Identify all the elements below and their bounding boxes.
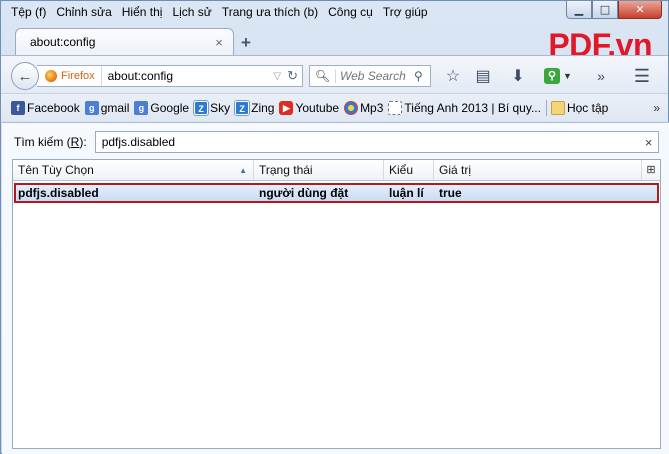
download-icon[interactable]: ⬇ [506, 64, 530, 88]
search-bar[interactable]: 🔍︎ ⚲ [309, 65, 431, 87]
bookmark-zing[interactable]: Z Zing [234, 99, 275, 116]
column-header-name[interactable]: Tên Tùy Chọn ▲ [13, 160, 254, 180]
menu-edit[interactable]: Chỉnh sửa [51, 5, 116, 19]
back-arrow-icon: ← [17, 67, 33, 85]
column-header-type[interactable]: Kiểu [384, 160, 434, 180]
pref-name: pdfjs.disabled [18, 186, 99, 200]
minimize-button[interactable]: ▁ [566, 1, 592, 19]
pref-status: người dùng đặt [259, 186, 349, 200]
new-tab-button[interactable]: + [241, 33, 251, 53]
facebook-icon: f [11, 100, 25, 115]
bookmarks-overflow-icon[interactable]: » [653, 101, 660, 115]
menu-bar: Tệp (f) Chỉnh sửa Hiển thị Lịch sử Trang… [5, 3, 433, 21]
browser-window: Tệp (f) Chỉnh sửa Hiển thị Lịch sử Trang… [0, 0, 669, 454]
tab-title: about:config [30, 35, 96, 49]
sort-ascending-icon: ▲ [239, 166, 247, 175]
zing-icon: Z [234, 99, 251, 116]
back-button[interactable]: ← [11, 62, 39, 90]
preferences-table: Tên Tùy Chọn ▲ Trạng thái Kiểu Giá trị ⊞ … [12, 159, 661, 449]
bookmark-folder-hoc-tap[interactable]: Học tập [550, 100, 609, 115]
tab-about-config[interactable]: about:config × [15, 28, 234, 55]
menu-view[interactable]: Hiển thị [117, 5, 168, 19]
table-row[interactable]: pdfjs.disabled người dùng đặt luận lí tr… [14, 183, 659, 203]
url-bar[interactable]: Firefox ▽ ↻ [37, 65, 303, 87]
filter-label: Tìm kiếm (R): [14, 135, 87, 149]
menu-history[interactable]: Lịch sử [167, 5, 216, 19]
table-header: Tên Tùy Chọn ▲ Trạng thái Kiểu Giá trị ⊞ [13, 160, 660, 181]
bookmark-tieng-anh[interactable]: Tiếng Anh 2013 | Bí quy... [388, 100, 541, 115]
filter-field[interactable]: × [94, 131, 659, 153]
mp3-icon [344, 100, 359, 115]
menu-help[interactable]: Trợ giúp [378, 5, 433, 19]
firefox-icon [45, 70, 57, 82]
menu-icon[interactable]: ☰ [630, 64, 654, 88]
bookmarks-bar: f Facebook g gmail g Google Z Sky Z Zing… [1, 93, 668, 121]
google-icon: g [84, 100, 99, 115]
column-picker-icon[interactable]: ⊞ [642, 160, 660, 180]
close-window-button[interactable]: ✕ [618, 1, 662, 19]
bookmark-label: Mp3 [360, 100, 384, 115]
search-go-icon[interactable]: ⚲ [414, 69, 430, 83]
bookmark-label: Facebook [27, 100, 80, 115]
folder-icon [550, 100, 565, 115]
search-input[interactable] [336, 69, 414, 83]
bookmark-label: Youtube [295, 100, 340, 115]
navigation-toolbar: Firefox ▽ ↻ ← 🔍︎ ⚲ ☆ ▤ ⬇ ⚲▼ » ☰ [1, 55, 668, 93]
search-engine-icon[interactable]: 🔍︎ [310, 69, 336, 83]
star-icon[interactable]: ☆ [441, 64, 465, 88]
about-config-page: Tìm kiếm (R): × Tên Tùy Chọn▲ Trạng thái… [2, 122, 669, 454]
overflow-icon[interactable]: » [589, 64, 613, 88]
bookmark-label: Google [150, 100, 190, 115]
zing-icon: Z [193, 99, 210, 116]
column-header-value[interactable]: Giá trị [434, 160, 642, 180]
tab-strip: about:config × + PDF.vn [1, 25, 668, 63]
addon-icon[interactable]: ⚲ ▼ [544, 65, 574, 87]
clear-filter-icon[interactable]: × [640, 135, 658, 150]
reload-icon[interactable]: ↻ [287, 68, 298, 84]
menu-bookmarks[interactable]: Trang ưa thích (b) [217, 5, 323, 19]
history-dropdown-icon[interactable]: ▽ [273, 71, 281, 82]
pref-type: luận lí [389, 186, 424, 200]
window-controls: ▁ □ ✕ [566, 1, 662, 19]
menu-tools[interactable]: Công cụ [323, 5, 378, 19]
site-identity[interactable]: Firefox [37, 66, 102, 86]
bookmark-google[interactable]: g Google [134, 100, 190, 115]
bookmark-mp3[interactable]: Mp3 [344, 100, 384, 115]
bookmark-sky[interactable]: Z Sky [193, 99, 231, 116]
bookmark-label: Học tập [566, 100, 609, 115]
url-input[interactable] [101, 69, 274, 83]
reading-list-icon[interactable]: ▤ [471, 64, 495, 88]
filter-input[interactable] [101, 135, 640, 149]
filter-row: Tìm kiếm (R): × [14, 131, 659, 153]
bookmark-separator [545, 99, 547, 116]
youtube-icon: ▶ [279, 100, 294, 115]
bookmark-label: gmail [100, 100, 130, 115]
close-tab-icon[interactable]: × [211, 35, 227, 50]
identity-label: Firefox [61, 70, 95, 82]
pref-value: true [439, 186, 462, 200]
bookmark-label: Zing [251, 100, 275, 115]
bookmark-youtube[interactable]: ▶ Youtube [279, 100, 340, 115]
bookmark-gmail[interactable]: g gmail [84, 100, 130, 115]
bookmark-label: Sky [210, 100, 231, 115]
bookmark-facebook[interactable]: f Facebook [11, 100, 80, 115]
page-icon [388, 100, 403, 115]
maximize-button[interactable]: □ [592, 1, 618, 19]
column-header-status[interactable]: Trạng thái [254, 160, 384, 180]
google-icon: g [134, 100, 149, 115]
bookmark-label: Tiếng Anh 2013 | Bí quy... [404, 100, 541, 115]
menu-file[interactable]: Tệp (f) [5, 5, 51, 19]
